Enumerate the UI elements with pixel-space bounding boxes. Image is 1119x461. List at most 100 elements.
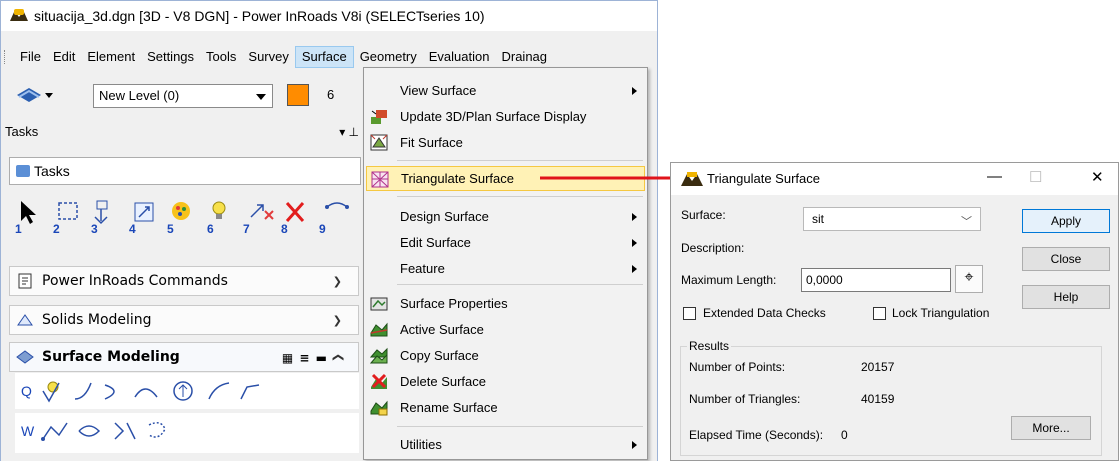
copy-tool-icon[interactable] (250, 204, 274, 220)
menu-item-label: Active Surface (400, 322, 484, 337)
menu-item-view-surface[interactable]: View Surface (366, 78, 645, 103)
select-tool-icon[interactable] (21, 201, 36, 224)
triangles-value: 40159 (861, 392, 895, 406)
menu-tools[interactable]: Tools (200, 46, 242, 68)
panel-label: Surface Modeling (42, 349, 180, 365)
level-value: New Level (0) (99, 88, 180, 103)
submenu-arrow-icon (632, 239, 637, 247)
menu-separator (397, 284, 643, 285)
menu-separator (397, 196, 643, 197)
dialog-app-icon (681, 172, 703, 186)
pin-icon[interactable]: ▾ ⊥ (339, 121, 359, 143)
task-tool-strip: 1 2 3 4 5 6 7 8 9 (15, 200, 349, 236)
extended-checks-checkbox[interactable] (683, 307, 696, 320)
apply-button[interactable]: Apply (1022, 209, 1110, 233)
panel-surface-modeling[interactable]: Surface Modeling ▦ ≡ ▬ ❯ (9, 342, 359, 372)
arc-tool-icon[interactable] (325, 202, 349, 209)
color-tool-icon[interactable] (172, 202, 190, 220)
menu-item-label: Fit Surface (400, 135, 463, 150)
task-number: 6 (207, 222, 214, 236)
chevron-down-icon[interactable]: ❯ (333, 314, 342, 327)
chevron-down-icon: ﹀ (961, 216, 972, 228)
delete-tool-icon[interactable] (285, 202, 305, 222)
more-button[interactable]: More... (1011, 416, 1091, 440)
level-manager-icon[interactable] (15, 85, 55, 105)
chevron-down-icon[interactable]: ❯ (333, 275, 342, 288)
menu-item-copy-surface[interactable]: Copy Surface (366, 343, 645, 368)
menu-item-active-surface[interactable]: Active Surface (366, 317, 645, 342)
menu-separator (397, 426, 643, 427)
menu-item-utilities[interactable]: Utilities (366, 432, 645, 457)
help-button[interactable]: Help (1022, 285, 1110, 309)
surface-tools-row-w: W (15, 413, 359, 453)
chevron-up-icon[interactable]: ❯ (331, 353, 344, 362)
description-label: Description: (681, 241, 745, 255)
menu-settings[interactable]: Settings (141, 46, 200, 68)
menu-surface[interactable]: Surface (294, 46, 354, 68)
move-tool-icon[interactable] (94, 200, 108, 225)
menu-evaluation[interactable]: Evaluation (423, 46, 496, 68)
menu-item-edit-surface[interactable]: Edit Surface (366, 230, 645, 255)
menu-item-label: Feature (400, 261, 445, 276)
panel-label: Power InRoads Commands (42, 273, 228, 289)
menu-item-feature[interactable]: Feature (366, 256, 645, 281)
panel-power-inroads-commands[interactable]: Power InRoads Commands ❯ (9, 266, 359, 296)
menu-element[interactable]: Element (81, 46, 141, 68)
weight-value[interactable]: 6 (327, 87, 334, 102)
surface-tool-icons[interactable] (39, 417, 239, 447)
task-number: 5 (167, 222, 174, 236)
menu-survey[interactable]: Survey (242, 46, 294, 68)
minimize-icon[interactable]: — (987, 168, 1002, 185)
menu-item-fit-surface[interactable]: Fit Surface (366, 130, 645, 155)
triangulate-icon (371, 171, 389, 188)
menu-item-rename-surface[interactable]: Rename Surface (366, 395, 645, 420)
surface-select[interactable]: sit ﹀ (803, 207, 981, 231)
close-button[interactable]: Close (1022, 247, 1110, 271)
row-label: W (21, 423, 35, 439)
max-length-input[interactable]: 0,0000 (801, 268, 951, 292)
fence-tool-icon[interactable] (58, 202, 78, 220)
menu-grip (4, 50, 10, 64)
menu-item-label: Delete Surface (400, 374, 486, 389)
row-label: Q (21, 383, 32, 399)
tasks-select[interactable]: Tasks (9, 157, 361, 185)
menu-item-delete-surface[interactable]: Delete Surface (366, 369, 645, 394)
surface-properties-icon (370, 297, 388, 311)
tasks-header-label: Tasks (5, 124, 39, 139)
submenu-arrow-icon (632, 87, 637, 95)
menu-item-design-surface[interactable]: Design Surface (366, 204, 645, 229)
points-label: Number of Points: (689, 360, 786, 374)
menu-edit[interactable]: Edit (47, 46, 81, 68)
bulb-tool-icon[interactable] (212, 201, 226, 219)
solid-icon (17, 314, 33, 326)
level-select[interactable]: New Level (0) (93, 84, 273, 108)
dialog-title: Triangulate Surface (707, 171, 820, 186)
elapsed-label: Elapsed Time (Seconds): (689, 428, 824, 442)
copy-surface-icon (370, 347, 388, 364)
document-icon (18, 273, 32, 289)
scale-tool-icon[interactable] (134, 202, 154, 222)
surface-icon (16, 350, 34, 364)
app-icon (10, 9, 28, 23)
menu-item-label: Triangulate Surface (401, 171, 514, 186)
menu-geometry[interactable]: Geometry (354, 46, 423, 68)
menu-file[interactable]: File (14, 46, 47, 68)
pick-length-button[interactable]: ⌖ (955, 265, 983, 293)
color-swatch[interactable] (287, 84, 309, 106)
lock-triangulation-checkbox[interactable] (873, 307, 886, 320)
max-length-value: 0,0000 (806, 273, 843, 287)
menu-separator (397, 160, 643, 161)
annotation-arrow-icon (540, 172, 688, 184)
view-mode-icons[interactable]: ▦ ≡ ▬ (282, 351, 328, 365)
results-group: Results Number of Points: 20157 Number o… (680, 339, 1102, 456)
surface-tool-icons[interactable] (39, 377, 339, 405)
menu-drainage[interactable]: Drainag (495, 46, 553, 68)
crosshair-icon: ⌖ (964, 269, 974, 286)
results-title: Results (687, 339, 732, 353)
menu-item-surface-properties[interactable]: Surface Properties (366, 291, 645, 316)
panel-solids-modeling[interactable]: Solids Modeling ❯ (9, 305, 359, 335)
triangulate-surface-dialog: Triangulate Surface — ☐ ✕ Surface: sit ﹀… (670, 162, 1119, 461)
close-icon[interactable]: ✕ (1091, 168, 1104, 186)
menu-item-update-display[interactable]: Update 3D/Plan Surface Display (366, 104, 645, 129)
tasks-select-label: Tasks (34, 163, 70, 179)
